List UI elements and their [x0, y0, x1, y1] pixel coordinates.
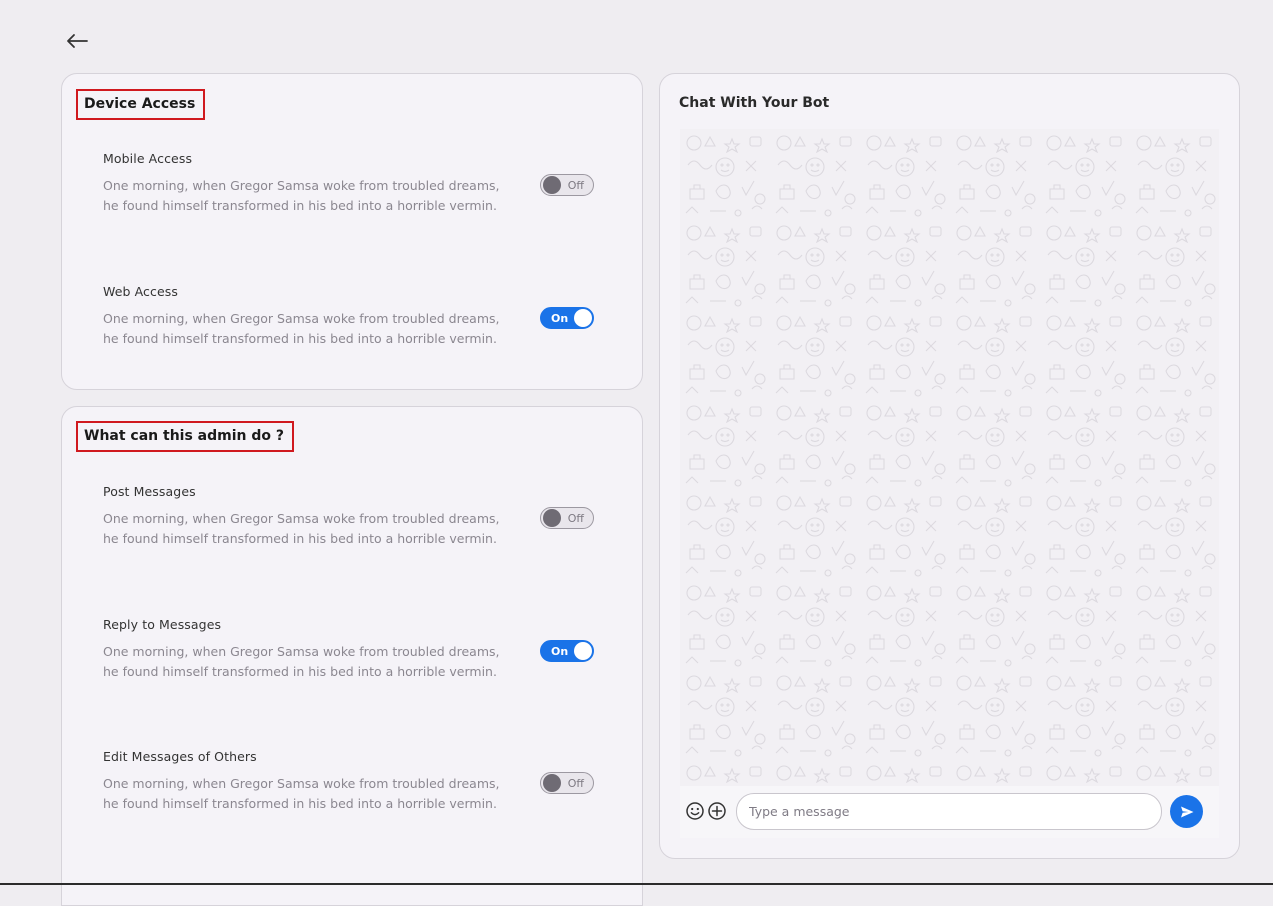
setting-description: One morning, when Gregor Samsa woke from… [103, 774, 533, 813]
chat-messages-area [680, 129, 1219, 786]
toggle-state-label: Off [567, 179, 584, 192]
description-line: he found himself transformed in his bed … [103, 330, 497, 346]
description-line: he found himself transformed in his bed … [103, 663, 497, 679]
mobile-access-toggle[interactable]: Off [540, 174, 594, 196]
setting-reply-to-messages: Reply to Messages One morning, when Greg… [103, 617, 603, 681]
chat-title: Chat With Your Bot [679, 95, 830, 111]
plus-circle-icon [708, 802, 726, 820]
setting-edit-messages-of-others: Edit Messages of Others One morning, whe… [103, 749, 603, 813]
setting-label: Edit Messages of Others [103, 749, 257, 764]
toggle-knob [543, 176, 561, 194]
setting-mobile-access: Mobile Access One morning, when Gregor S… [103, 151, 603, 215]
toggle-state-label: Off [567, 512, 584, 525]
device-access-title: Device Access [76, 89, 206, 120]
smiley-icon [686, 802, 704, 820]
toggle-knob [543, 774, 561, 792]
toggle-knob [574, 309, 592, 327]
toggle-state-label: Off [567, 777, 584, 790]
description-line: One morning, when Gregor Samsa woke from… [103, 511, 500, 526]
admin-permissions-title: What can this admin do ? [76, 421, 295, 452]
arrow-left-icon [67, 34, 88, 48]
send-icon [1180, 806, 1193, 817]
post-messages-toggle[interactable]: Off [540, 507, 594, 529]
message-input[interactable] [736, 793, 1162, 830]
setting-label: Mobile Access [103, 151, 193, 166]
send-button[interactable] [1170, 795, 1203, 828]
setting-label: Post Messages [103, 484, 196, 499]
toggle-state-label: On [551, 312, 569, 325]
description-line: One morning, when Gregor Samsa woke from… [103, 776, 500, 791]
setting-label: Reply to Messages [103, 617, 222, 632]
description-line: One morning, when Gregor Samsa woke from… [103, 644, 500, 659]
setting-description: One morning, when Gregor Samsa woke from… [103, 509, 533, 548]
description-line: he found himself transformed in his bed … [103, 530, 497, 546]
chat-card: Chat With Your Bot [659, 73, 1240, 859]
setting-description: One morning, when Gregor Samsa woke from… [103, 642, 533, 681]
toggle-state-label: On [551, 645, 569, 658]
back-button[interactable] [62, 28, 92, 54]
web-access-toggle[interactable]: On [540, 307, 594, 329]
chat-input-bar [680, 786, 1219, 838]
toggle-knob [574, 642, 592, 660]
setting-post-messages: Post Messages One morning, when Gregor S… [103, 484, 603, 548]
edit-messages-of-others-toggle[interactable]: Off [540, 772, 594, 794]
device-access-card: Device Access Mobile Access One morning,… [61, 73, 643, 390]
attach-button[interactable] [707, 801, 727, 821]
setting-description: One morning, when Gregor Samsa woke from… [103, 309, 533, 348]
admin-permissions-card: What can this admin do ? Post Messages O… [61, 406, 643, 906]
description-line: One morning, when Gregor Samsa woke from… [103, 311, 500, 326]
doodle-pattern-background [680, 129, 1219, 786]
setting-label: Web Access [103, 284, 179, 299]
setting-description: One morning, when Gregor Samsa woke from… [103, 176, 533, 215]
setting-web-access: Web Access One morning, when Gregor Sams… [103, 284, 603, 348]
description-line: he found himself transformed in his bed … [103, 795, 497, 811]
description-line: he found himself transformed in his bed … [103, 197, 497, 213]
description-line: One morning, when Gregor Samsa woke from… [103, 178, 500, 193]
reply-to-messages-toggle[interactable]: On [540, 640, 594, 662]
toggle-knob [543, 509, 561, 527]
emoji-button[interactable] [685, 801, 705, 821]
